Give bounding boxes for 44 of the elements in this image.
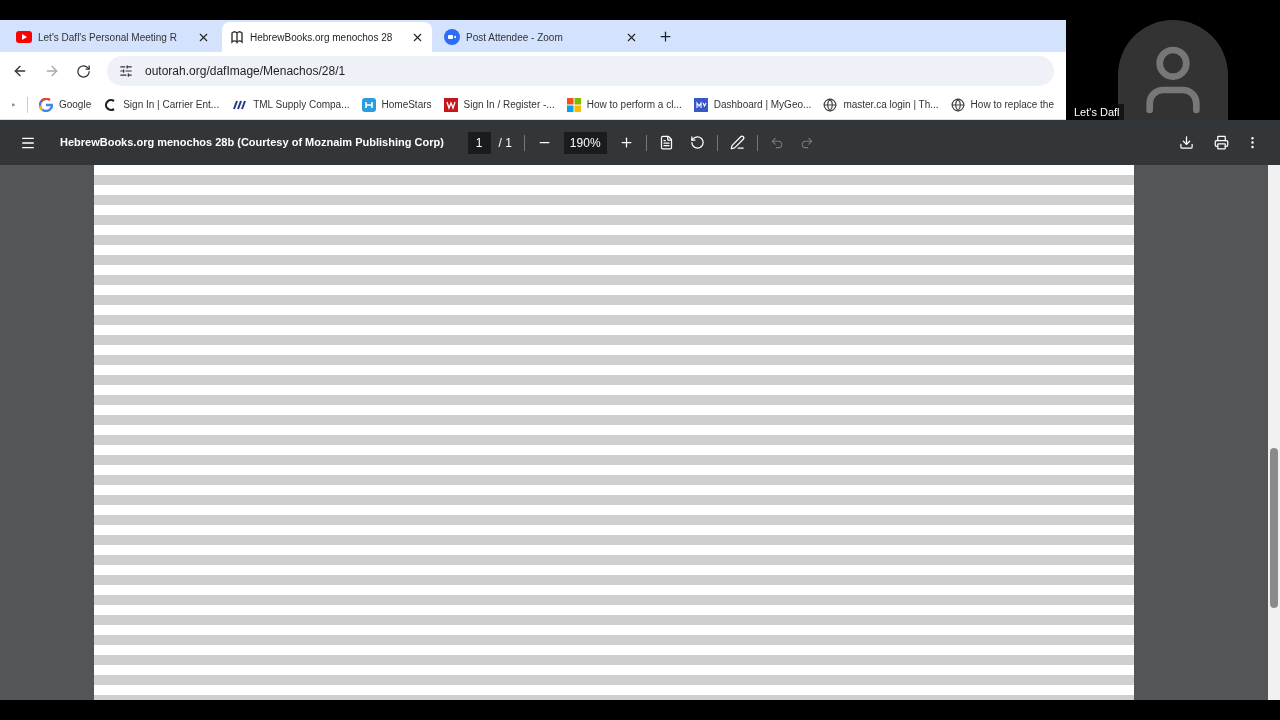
new-tab-icon[interactable]: [658, 28, 673, 44]
camera-icon: [444, 29, 460, 45]
back-icon[interactable]: [12, 63, 28, 79]
url-text: outorah.org/dafImage/Menachos/28/1: [145, 63, 346, 80]
globe-icon: [950, 97, 965, 112]
download-icon[interactable]: [1179, 135, 1194, 150]
scrollbar[interactable]: [1268, 165, 1280, 700]
letter-tile-icon: [443, 97, 458, 112]
annotate-icon[interactable]: [729, 135, 745, 150]
bookmark-link[interactable]: Sign In | Carrier Ent...: [103, 97, 220, 112]
document-title: HebrewBooks.org menochos 28b (Courtesy of Moznaim Publishing Corp): [60, 135, 444, 151]
fit-page-icon[interactable]: [658, 135, 674, 150]
rotate-icon[interactable]: [689, 135, 705, 150]
browser-tab[interactable]: Let's Dafl's Personal Meeting R: [8, 22, 218, 52]
print-icon[interactable]: [1214, 135, 1229, 150]
address-bar[interactable]: outorah.org/dafImage/Menachos/28/1: [107, 56, 1054, 86]
bookmark-link[interactable]: How to replace the: [950, 97, 1054, 112]
bookmark-link[interactable]: master.ca login | Th...: [823, 97, 939, 112]
tab-title: Post Attendee - Zoom: [466, 30, 564, 45]
logo-tile-icon: [693, 97, 708, 112]
book-icon: [230, 30, 244, 44]
scrollbar-thumb[interactable]: [1270, 448, 1278, 608]
reload-icon[interactable]: [76, 63, 91, 79]
house-icon: [361, 97, 376, 112]
four-squares-icon: [566, 97, 581, 112]
tab-title: HebrewBooks.org menochos 28: [250, 30, 394, 45]
zoom-in-icon[interactable]: [618, 135, 634, 150]
video-play-icon: [16, 31, 32, 43]
browser-tab[interactable]: HebrewBooks.org menochos 28: [222, 22, 432, 52]
globe-icon: [823, 97, 838, 112]
browser-tab[interactable]: Post Attendee - Zoom: [436, 22, 646, 52]
bookmark-link[interactable]: TML Supply Compa...: [231, 97, 350, 112]
slanted-bars-icon: [231, 99, 248, 110]
bookmark-link[interactable]: Sign In / Register -...: [443, 97, 555, 112]
page-number-field[interactable]: 1: [467, 131, 491, 154]
bookmark-link[interactable]: HomeStars: [361, 97, 432, 112]
bookmark-link[interactable]: Google: [38, 97, 92, 112]
page-count: / 1: [498, 134, 512, 152]
tab-title: Let's Dafl's Personal Meeting R: [38, 30, 178, 45]
bookmark-link[interactable]: How to perform a cl...: [566, 97, 682, 112]
site-settings-icon[interactable]: [119, 64, 133, 78]
multicolor-circle-icon: [38, 97, 53, 112]
bookmark-link[interactable]: Dashboard | MyGeo...: [693, 97, 812, 112]
zoom-field[interactable]: 190%: [563, 131, 607, 154]
